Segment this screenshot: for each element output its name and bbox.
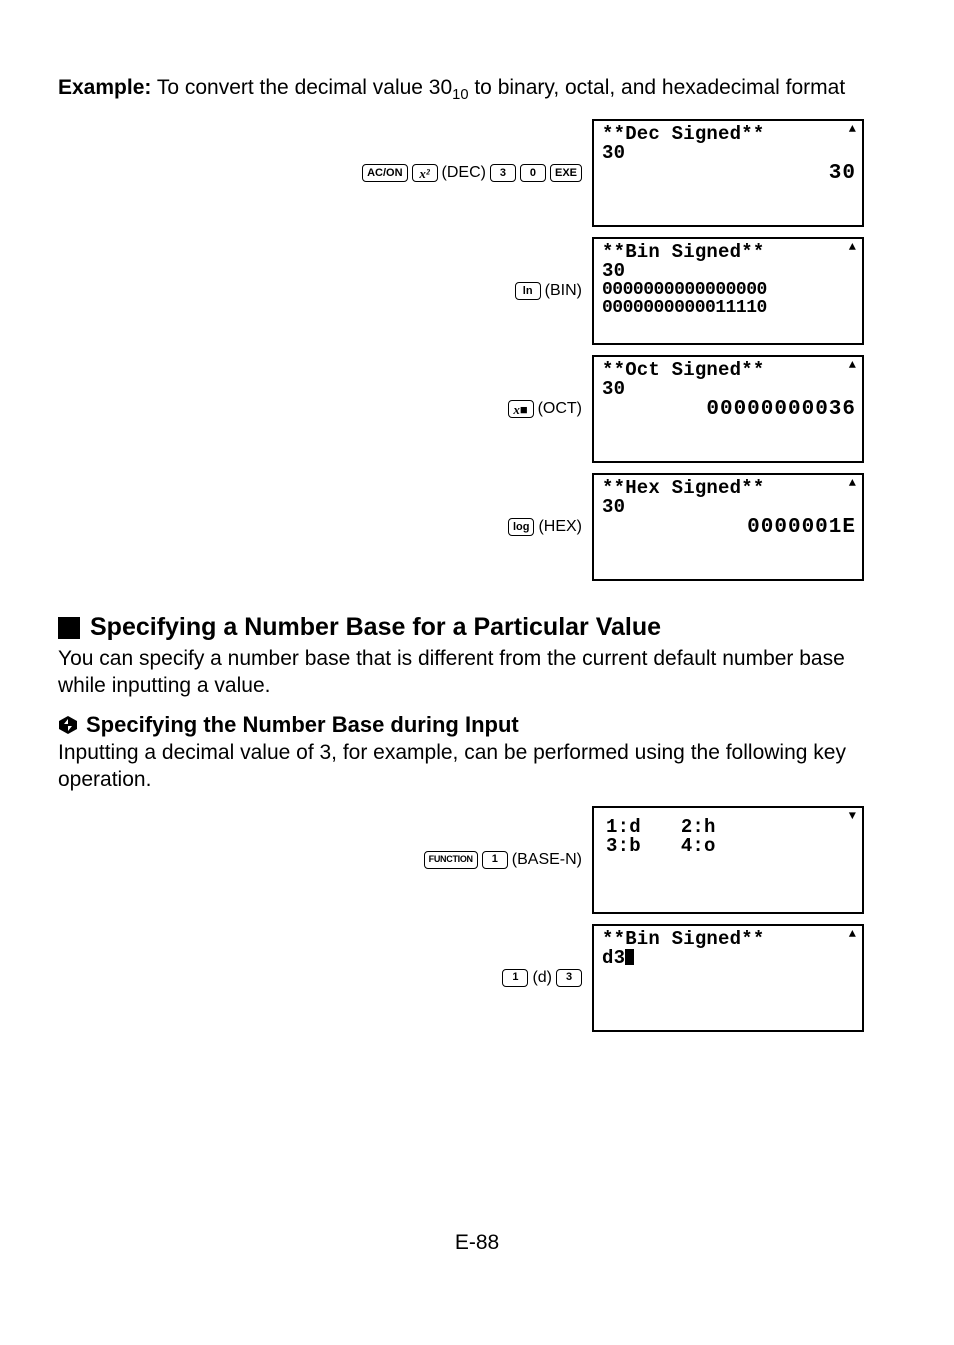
key-label: (OCT) xyxy=(538,400,582,418)
calculator-key: ln xyxy=(515,282,541,300)
section1-para: You can specify a number base that is di… xyxy=(58,646,896,700)
calculator-lcd: ▲**Hex Signed**300000001E xyxy=(592,473,864,581)
key-sequence: log(HEX) xyxy=(508,518,582,536)
triangle-up-icon: ▲ xyxy=(849,241,856,253)
lcd-menu-item: 3:b xyxy=(606,837,641,856)
key-label: (HEX) xyxy=(538,518,582,536)
lcd-line: 00000000036 xyxy=(602,399,856,420)
cursor-icon xyxy=(625,949,634,965)
instruction-row: AC/ONx²(DEC)30EXE▲**Dec Signed**3030 xyxy=(58,119,864,227)
calculator-key: 3 xyxy=(556,969,582,987)
lcd-line: **Dec Signed** xyxy=(602,125,856,144)
lcd-line: 30 xyxy=(602,380,856,399)
lcd-line: 30 xyxy=(602,262,856,281)
example-label: Example: xyxy=(58,76,151,99)
calculator-key: 1 xyxy=(482,851,508,869)
calculator-key: EXE xyxy=(550,164,582,182)
lcd-line: 0000000000011110 xyxy=(602,299,856,317)
triangle-down-icon: ▼ xyxy=(849,810,856,822)
section2-title: Specifying the Number Base during Input xyxy=(86,712,519,738)
example-line: Example: To convert the decimal value 30… xyxy=(58,74,896,105)
lcd-line: **Oct Signed** xyxy=(602,361,856,380)
calculator-key: AC/ON xyxy=(362,164,407,182)
key-sequence: FUNCTION1(BASE-N) xyxy=(424,851,582,869)
triangle-up-icon: ▲ xyxy=(849,123,856,135)
lcd-menu-item: 2:h xyxy=(681,818,716,837)
instruction-row: x■(OCT) ▲**Oct Signed**3000000000036 xyxy=(58,355,864,463)
hexagon-arrows-icon xyxy=(58,715,78,735)
section-heading-1: Specifying a Number Base for a Particula… xyxy=(58,613,896,642)
example-text-2: to binary, octal, and hexadecimal format xyxy=(469,76,846,99)
triangle-up-icon: ▲ xyxy=(849,477,856,489)
section1-title: Specifying a Number Base for a Particula… xyxy=(90,613,661,642)
lcd-menu: 1:d3:b 2:h4:o xyxy=(602,812,856,856)
calculator-key: FUNCTION xyxy=(424,851,478,869)
lcd-line: **Bin Signed** xyxy=(602,930,856,949)
instruction-row: log(HEX) ▲**Hex Signed**300000001E xyxy=(58,473,864,581)
section-heading-2: Specifying the Number Base during Input xyxy=(58,712,896,738)
lcd-line: 30 xyxy=(602,144,856,163)
calculator-lcd: ▼ 1:d3:b 2:h4:o xyxy=(592,806,864,914)
example-sub: 10 xyxy=(452,87,468,103)
lcd-line: d3 xyxy=(602,949,856,968)
lcd-line: 0000001E xyxy=(602,517,856,538)
calculator-key: 0 xyxy=(520,164,546,182)
key-label: (BASE-N) xyxy=(512,851,582,869)
instruction-row: ln(BIN) ▲**Bin Signed**300000000000000000… xyxy=(58,237,864,345)
calculator-lcd: ▲**Oct Signed**3000000000036 xyxy=(592,355,864,463)
lcd-line: **Hex Signed** xyxy=(602,479,856,498)
triangle-up-icon: ▲ xyxy=(849,928,856,940)
key-sequence: AC/ON x²(DEC)30EXE xyxy=(362,164,582,182)
calculator-lcd: ▲**Bin Signed**3000000000000000000000000… xyxy=(592,237,864,345)
section2-para: Inputting a decimal value of 3, for exam… xyxy=(58,740,896,794)
calculator-key: x■ xyxy=(508,400,534,418)
lcd-menu-item: 1:d xyxy=(606,818,641,837)
calculator-key: 1 xyxy=(502,969,528,987)
key-label: (BIN) xyxy=(545,282,582,300)
instruction-row: FUNCTION1(BASE-N) ▼ 1:d3:b 2:h4:o xyxy=(58,806,864,914)
square-bullet-icon xyxy=(58,617,80,639)
lcd-line: 30 xyxy=(602,163,856,184)
triangle-up-icon: ▲ xyxy=(849,359,856,371)
key-label: (d) xyxy=(532,969,552,987)
calculator-key: 3 xyxy=(490,164,516,182)
calculator-key: x² xyxy=(412,164,438,182)
calculator-lcd: ▲**Bin Signed**d3 xyxy=(592,924,864,1032)
lcd-menu-item: 4:o xyxy=(681,837,716,856)
key-sequence: x■(OCT) xyxy=(508,400,582,418)
key-sequence: 1(d)3 xyxy=(502,969,582,987)
lcd-line: **Bin Signed** xyxy=(602,243,856,262)
lcd-line: 0000000000000000 xyxy=(602,281,856,299)
lcd-line: 30 xyxy=(602,498,856,517)
instruction-row: 1(d)3 ▲**Bin Signed**d3 xyxy=(58,924,864,1032)
page-number: E-88 xyxy=(0,1231,954,1255)
calculator-lcd: ▲**Dec Signed**3030 xyxy=(592,119,864,227)
key-label: (DEC) xyxy=(442,164,486,182)
calculator-key: log xyxy=(508,518,535,536)
key-sequence: ln(BIN) xyxy=(515,282,582,300)
example-text-1: To convert the decimal value 30 xyxy=(151,76,452,99)
